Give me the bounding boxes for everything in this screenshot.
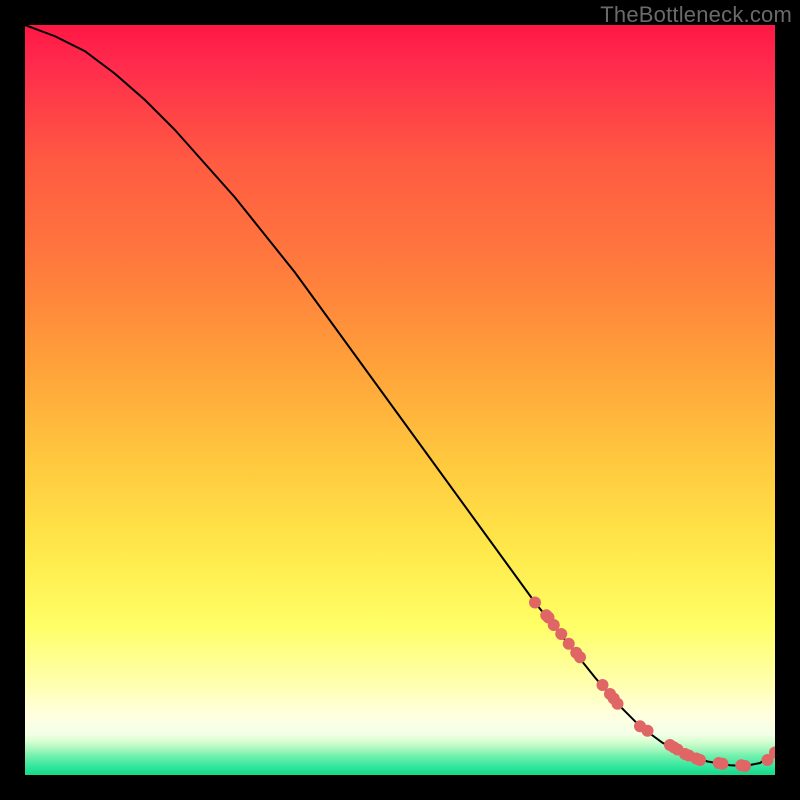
marker-dot (717, 758, 729, 770)
gradient-background (25, 25, 775, 775)
chart-plot (25, 25, 775, 775)
marker-dot (529, 597, 541, 609)
marker-dot (612, 698, 624, 710)
marker-dot (574, 651, 586, 663)
marker-dot (694, 754, 706, 766)
chart-svg (25, 25, 775, 775)
watermark-text: TheBottleneck.com (600, 2, 792, 28)
marker-dot (642, 725, 654, 737)
marker-dot (555, 628, 567, 640)
chart-stage: TheBottleneck.com (0, 0, 800, 800)
marker-dot (739, 760, 751, 772)
